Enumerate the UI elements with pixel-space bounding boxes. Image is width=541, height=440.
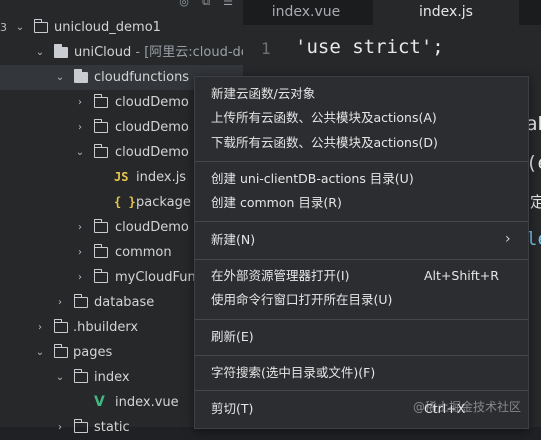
menu-item-open-terminal[interactable]: 使用命令行窗口打开所在目录(U): [211, 289, 392, 311]
chevron-right-icon[interactable]: ›: [74, 240, 86, 265]
menu-item-new-cloud-function[interactable]: 新建云函数/云对象: [211, 83, 315, 105]
chevron-right-icon: ›: [505, 231, 511, 247]
menu-item-upload-all[interactable]: 上传所有云函数、公共模块及actions(A): [211, 107, 437, 129]
menu-separator: [195, 221, 528, 222]
folder-icon: [93, 269, 108, 283]
shortcut-label: Alt+Shift+R: [424, 268, 499, 283]
chevron-down-icon[interactable]: ⌄: [74, 140, 86, 165]
tree-item-label: cloudfunctions: [94, 70, 190, 85]
tree-item-label: package: [136, 195, 191, 210]
folder-icon: [93, 244, 108, 258]
tree-item-label: myCloudFun: [115, 270, 196, 285]
chevron-down-icon[interactable]: ⌄: [54, 365, 66, 390]
folder-icon: [93, 94, 108, 108]
chevron-down-icon[interactable]: ⌄: [34, 340, 46, 365]
tree-item-detail: - [阿里云:cloud-dem: [135, 45, 243, 60]
menu-item-create-common[interactable]: 创建 common 目录(R): [211, 192, 342, 214]
menu-item-refresh[interactable]: 刷新(E): [211, 326, 254, 348]
tree-item-name: uniCloud: [74, 45, 132, 60]
chevron-right-icon[interactable]: ›: [54, 415, 66, 440]
chevron-right-icon[interactable]: ›: [34, 315, 46, 340]
tab-index-js[interactable]: index.js: [373, 0, 519, 25]
tree-item-label: cloudDemo: [115, 95, 189, 110]
chevron-down-icon[interactable]: ⌄: [34, 40, 46, 65]
tree-item-label: database: [94, 295, 155, 310]
tree-item-label: index.vue: [115, 395, 179, 410]
js-file-icon: JS: [114, 170, 129, 184]
menu-item-search[interactable]: 字符搜索(选中目录或文件)(F): [211, 362, 375, 384]
tree-item-label: static: [94, 420, 130, 435]
folder-icon: [53, 319, 68, 333]
context-menu: 新建云函数/云对象 上传所有云函数、公共模块及actions(A) 下载所有云函…: [194, 76, 529, 429]
folder-icon: [93, 219, 108, 233]
folder-icon: [53, 344, 68, 358]
code-line: 'use strict';: [295, 36, 444, 58]
tree-item-label: index.js: [136, 170, 187, 185]
tree-item-label: .hbuilderx: [73, 320, 139, 335]
tree-item-unicloud-demo1[interactable]: ⌄ unicloud_demo1: [0, 15, 243, 40]
menu-separator: [195, 355, 528, 356]
menu-item-new[interactable]: 新建(N): [211, 229, 255, 251]
tab-label: index.vue: [271, 4, 341, 20]
json-file-icon: { }: [114, 195, 136, 209]
tree-item-label: common: [115, 245, 172, 260]
menu-item-create-clientdb-actions[interactable]: 创建 uni-clientDB-actions 目录(U): [211, 168, 414, 190]
explorer-toolbar: ◎ ⧉ ☰: [0, 0, 243, 12]
tree-item-label: cloudDemo: [115, 145, 189, 160]
tree-item-label: cloudDemo: [115, 120, 189, 135]
tree-item-label: unicloud_demo1: [54, 20, 161, 35]
folder-icon: [73, 69, 88, 83]
folder-icon: [73, 419, 88, 433]
vue-file-icon: V: [94, 394, 105, 410]
tree-item-label: cloudDemo: [115, 220, 189, 235]
folder-icon: [93, 144, 108, 158]
editor-tab-bar: index.vue index.js: [243, 0, 541, 25]
menu-separator: [195, 161, 528, 162]
tree-item-unicloud[interactable]: ⌄ uniCloud - [阿里云:cloud-dem: [0, 40, 243, 65]
chevron-right-icon[interactable]: ›: [74, 215, 86, 240]
target-icon[interactable]: ◎: [178, 0, 190, 8]
folder-icon: [73, 294, 88, 308]
menu-item-open-in-explorer[interactable]: 在外部资源管理器打开(I): [211, 265, 349, 287]
menu-item-download-all[interactable]: 下载所有云函数、公共模块及actions(D): [211, 132, 438, 154]
folder-icon: [73, 369, 88, 383]
folder-icon: [33, 19, 48, 33]
folder-icon: [93, 119, 108, 133]
chevron-right-icon[interactable]: ›: [74, 115, 86, 140]
chevron-down-icon[interactable]: ⌄: [54, 65, 66, 90]
menu-icon[interactable]: ☰: [222, 0, 234, 8]
menu-separator: [195, 319, 528, 320]
chevron-down-icon[interactable]: ⌄: [14, 15, 26, 40]
tree-item-label: index: [94, 370, 130, 385]
menu-separator: [195, 259, 528, 260]
tree-item-label: uniCloud - [阿里云:cloud-dem: [74, 40, 243, 65]
menu-separator: [195, 390, 528, 391]
code-fragment: 定: [530, 193, 541, 211]
watermark: @稀土掘金技术社区: [413, 400, 522, 414]
chevron-right-icon[interactable]: ›: [74, 265, 86, 290]
menu-item-cut[interactable]: 剪切(T): [211, 398, 253, 420]
tab-index-vue[interactable]: index.vue: [243, 0, 369, 25]
folder-icon: [53, 44, 68, 58]
chevron-right-icon[interactable]: ›: [74, 90, 86, 115]
tree-item-label: pages: [73, 345, 113, 360]
chevron-right-icon[interactable]: ›: [54, 290, 66, 315]
line-number: 1: [261, 39, 271, 58]
collapse-icon[interactable]: ⧉: [200, 0, 212, 8]
tab-label: index.js: [419, 4, 473, 20]
